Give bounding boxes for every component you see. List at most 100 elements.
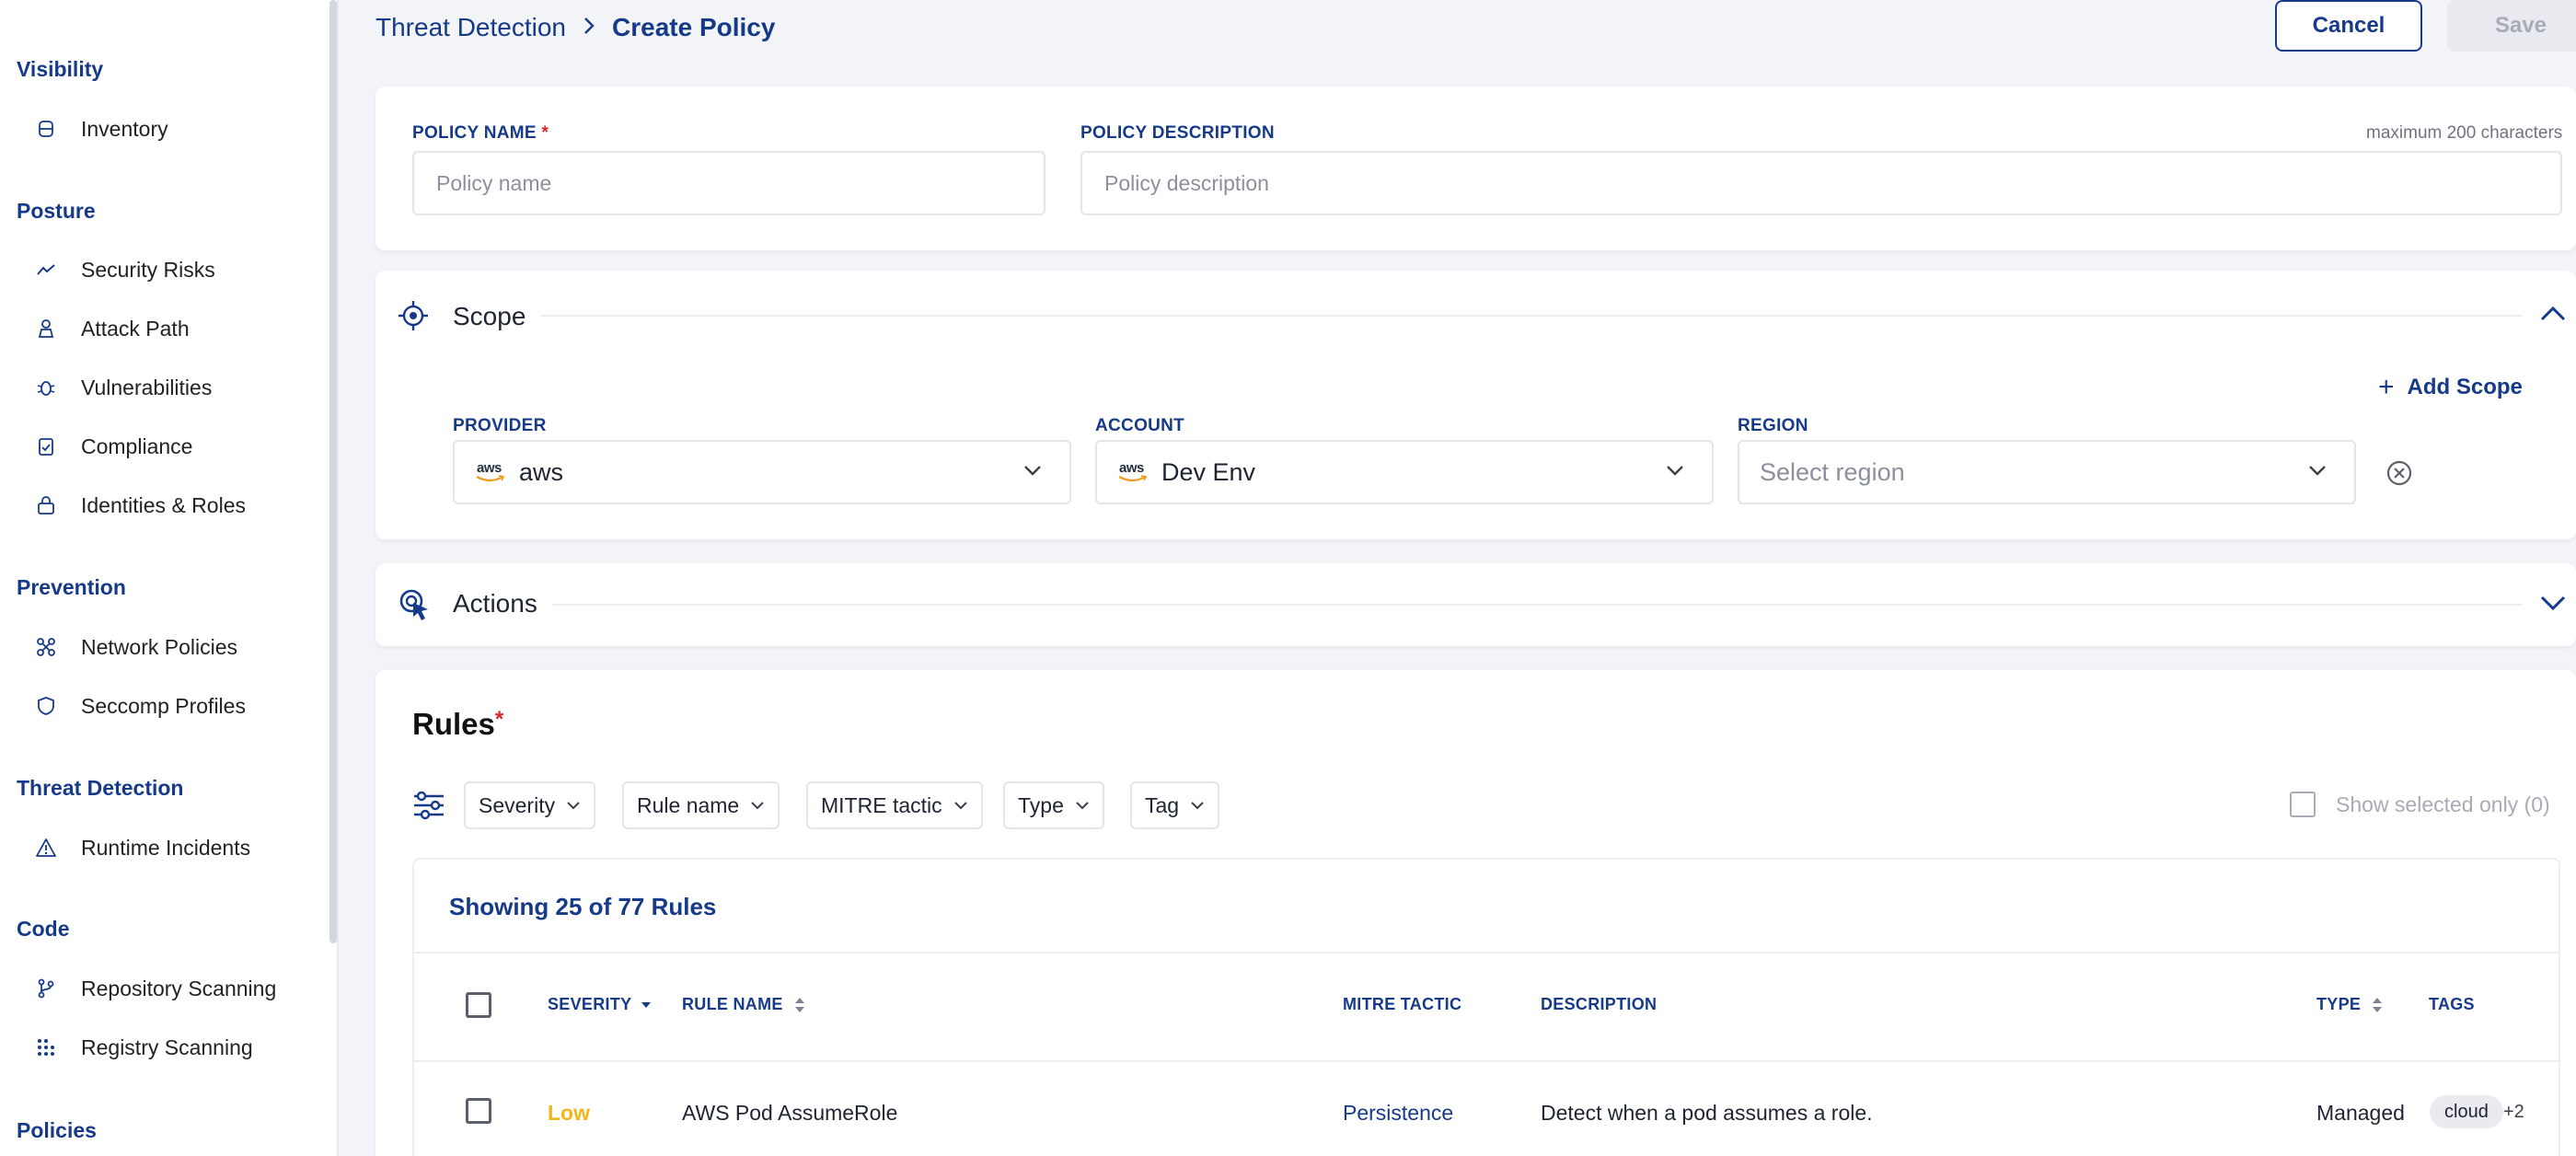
sidebar-item-label: Runtime Incidents: [81, 835, 251, 860]
policy-info-card: POLICY NAME * Policy name POLICY DESCRIP…: [375, 87, 2576, 250]
row-type: Managed: [2316, 1101, 2405, 1125]
plus-icon: +: [2378, 372, 2395, 402]
sidebar-section-visibility: Visibility: [17, 57, 104, 81]
filter-sliders-icon[interactable]: [412, 790, 445, 826]
more-tags-count[interactable]: +2: [2503, 1102, 2524, 1123]
filter-severity[interactable]: Severity: [464, 781, 596, 829]
crosshair-icon: [398, 300, 429, 336]
column-header-mitre-tactic: MITRE TACTIC: [1343, 995, 1462, 1013]
column-header-label: SEVERITY: [548, 995, 632, 1013]
sidebar-item-vulnerabilities[interactable]: Vulnerabilities: [0, 364, 322, 410]
breadcrumb-current: Create Policy: [612, 13, 776, 41]
sidebar-item-registry-scanning[interactable]: Registry Scanning: [0, 1024, 322, 1070]
provider-select[interactable]: aws aws: [453, 440, 1071, 504]
table-header-divider: [414, 1060, 2559, 1062]
chevron-down-icon: [2308, 464, 2327, 481]
filter-label: Severity: [479, 792, 556, 817]
chevron-down-icon[interactable]: [2539, 595, 2567, 618]
filter-type[interactable]: Type: [1003, 781, 1104, 829]
git-branch-icon: [35, 977, 57, 1000]
sidebar-section-threat-detection: Threat Detection: [17, 776, 184, 800]
chevron-down-icon: [1191, 802, 1204, 810]
sidebar-scrollbar[interactable]: [329, 0, 337, 943]
remove-scope-icon[interactable]: [2385, 459, 2413, 491]
add-scope-button[interactable]: + Add Scope: [2378, 372, 2523, 403]
chevron-down-icon: [1666, 464, 1684, 481]
row-checkbox[interactable]: [466, 1098, 491, 1124]
cancel-button[interactable]: Cancel: [2275, 0, 2422, 52]
rules-count-text: Showing 25 of 77 Rules: [449, 893, 717, 920]
sidebar-item-runtime-incidents[interactable]: Runtime Incidents: [0, 825, 322, 871]
sidebar-item-seccomp-profiles[interactable]: Seccomp Profiles: [0, 683, 322, 729]
actions-card[interactable]: Actions: [375, 563, 2576, 646]
chevron-down-icon: [567, 802, 580, 810]
sidebar-section-prevention: Prevention: [17, 575, 126, 599]
add-scope-label: Add Scope: [2407, 375, 2523, 399]
breadcrumb-parent-link[interactable]: Threat Detection: [375, 13, 566, 42]
account-value: Dev Env: [1161, 457, 1256, 486]
description-hint: maximum 200 characters: [2366, 123, 2563, 143]
sidebar-item-security-risks[interactable]: Security Risks: [0, 247, 322, 293]
aws-logo-icon: aws: [1117, 460, 1150, 484]
rules-table-summary: Showing 25 of 77 Rules: [414, 860, 2559, 954]
sidebar-item-compliance[interactable]: Compliance: [0, 423, 322, 469]
chevron-down-icon: [1023, 464, 1042, 481]
sidebar-item-label: Attack Path: [81, 316, 190, 341]
shield-icon: [35, 695, 57, 717]
policy-name-placeholder: Policy name: [436, 170, 552, 195]
warning-icon: [35, 837, 57, 859]
column-header-rule-name[interactable]: RULE NAME: [682, 995, 805, 1014]
column-header-severity[interactable]: SEVERITY: [548, 995, 652, 1014]
column-header-description: DESCRIPTION: [1541, 995, 1658, 1013]
row-rule-name[interactable]: AWS Pod AssumeRole: [682, 1101, 897, 1126]
sort-desc-icon: [641, 1001, 652, 1008]
sidebar-item-label: Identities & Roles: [81, 492, 246, 517]
save-button[interactable]: Save: [2447, 0, 2576, 52]
sidebar-section-posture: Posture: [17, 199, 96, 223]
show-selected-checkbox[interactable]: [2290, 792, 2316, 817]
sidebar-item-label: Network Policies: [81, 634, 237, 659]
chevron-up-icon[interactable]: [2539, 304, 2567, 327]
filter-rule-name[interactable]: Rule name: [622, 781, 780, 829]
database-icon: [35, 118, 57, 140]
sidebar-item-identities-roles[interactable]: Identities & Roles: [0, 482, 322, 528]
row-mitre-tactic[interactable]: Persistence: [1343, 1101, 1453, 1126]
sidebar-item-repository-scanning[interactable]: Repository Scanning: [0, 965, 322, 1012]
sidebar-item-attack-path[interactable]: Attack Path: [0, 306, 322, 352]
main-content: Threat Detection Create Policy Cancel Sa…: [375, 0, 2576, 1156]
sidebar-item-label: Seccomp Profiles: [81, 693, 246, 718]
network-icon: [35, 636, 57, 658]
chevron-down-icon: [953, 802, 967, 810]
sidebar-item-network-policies[interactable]: Network Policies: [0, 624, 322, 670]
actions-title: Actions: [453, 589, 537, 618]
filter-tag[interactable]: Tag: [1130, 781, 1220, 829]
attack-path-icon: [35, 318, 57, 340]
show-selected-toggle[interactable]: Show selected only (0): [2290, 792, 2550, 817]
aws-logo-icon: aws: [475, 460, 508, 484]
rules-title-text: Rules: [412, 707, 495, 741]
lock-icon: [35, 494, 57, 516]
show-selected-label: Show selected only (0): [2336, 792, 2550, 816]
sort-icon: [2373, 997, 2383, 1012]
column-header-label: RULE NAME: [682, 995, 783, 1013]
policy-name-input[interactable]: Policy name: [412, 151, 1045, 215]
filter-mitre-tactic[interactable]: MITRE tactic: [806, 781, 983, 829]
column-header-type[interactable]: TYPE: [2316, 995, 2383, 1014]
sidebar: Visibility Inventory Posture Security Ri…: [0, 0, 339, 1156]
sidebar-item-label: Compliance: [81, 434, 193, 458]
provider-label: PROVIDER: [453, 416, 547, 435]
region-label: REGION: [1738, 416, 1808, 435]
sidebar-section-code: Code: [17, 917, 70, 941]
region-select[interactable]: Select region: [1738, 440, 2356, 504]
column-header-tags: TAGS: [2429, 995, 2475, 1013]
filter-label: Rule name: [637, 792, 740, 817]
sidebar-item-label: Repository Scanning: [81, 976, 277, 1000]
account-select[interactable]: aws Dev Env: [1095, 440, 1714, 504]
scope-title: Scope: [453, 302, 526, 330]
chevron-down-icon: [1076, 802, 1089, 810]
scope-card: Scope + Add Scope PROVIDER aws aws ACCOU…: [375, 271, 2576, 539]
policy-description-input[interactable]: Policy description: [1080, 151, 2562, 215]
actions-divider: [552, 604, 2522, 606]
select-all-checkbox[interactable]: [466, 992, 491, 1018]
sidebar-item-inventory[interactable]: Inventory: [0, 106, 322, 152]
